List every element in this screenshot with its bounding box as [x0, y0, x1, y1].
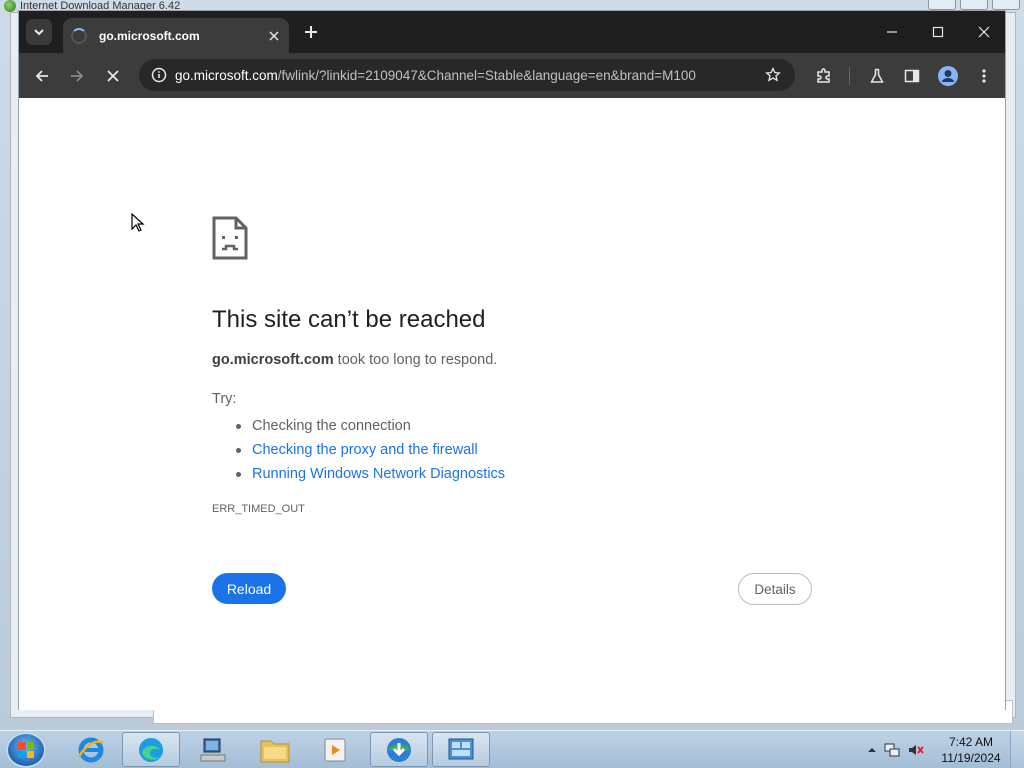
- suggestions-list: Checking the connection Checking the pro…: [236, 414, 505, 486]
- tab-title: go.microsoft.com: [99, 28, 200, 43]
- network-icon[interactable]: [884, 742, 900, 758]
- sad-page-icon: [212, 216, 248, 260]
- minimize-icon: [887, 31, 897, 33]
- tab-close-button[interactable]: [263, 25, 285, 47]
- minimize-button[interactable]: [879, 19, 905, 45]
- new-tab-button[interactable]: [299, 20, 323, 44]
- close-icon: [269, 30, 279, 41]
- side-panel-icon: [904, 69, 920, 83]
- media-player-icon: [324, 738, 346, 761]
- forward-button[interactable]: [62, 61, 92, 91]
- maximize-icon: [932, 26, 944, 38]
- show-hidden-icons-icon[interactable]: [868, 746, 876, 754]
- start-button[interactable]: [6, 732, 46, 768]
- clock-time: 7:42 AM: [948, 735, 994, 749]
- taskbar: 7:42 AM 11/19/2024: [0, 730, 1024, 768]
- page-content: This site can’t be reached go.microsoft.…: [19, 98, 1005, 710]
- plus-icon: [305, 26, 317, 38]
- clock-date: 11/19/2024: [941, 751, 1001, 765]
- chevron-down-icon: [34, 29, 44, 36]
- try-label: Try:: [212, 391, 237, 407]
- taskbar-control-panel[interactable]: [432, 732, 490, 767]
- volume-muted-icon[interactable]: [908, 742, 924, 758]
- error-title: This site can’t be reached: [212, 306, 486, 333]
- clock[interactable]: 7:42 AM 11/19/2024: [938, 734, 1004, 766]
- arrow-right-icon: [71, 70, 84, 82]
- system-tray: 7:42 AM 11/19/2024: [868, 731, 1024, 768]
- windows-logo-icon: [18, 742, 34, 758]
- background-minimize-button[interactable]: [928, 0, 956, 10]
- close-icon: [978, 26, 990, 38]
- error-code: ERR_TIMED_OUT: [212, 503, 305, 515]
- puzzle-icon: [817, 68, 830, 83]
- extensions-button[interactable]: [809, 61, 839, 91]
- bookmark-star-button[interactable]: [757, 59, 789, 91]
- error-host: go.microsoft.com: [212, 352, 334, 368]
- avatar-icon: [938, 66, 958, 86]
- site-info-icon[interactable]: [143, 59, 175, 91]
- taskbar-media-player[interactable]: [306, 732, 364, 767]
- taskbar-network-computer[interactable]: [184, 732, 242, 767]
- background-window-controls: [928, 0, 1020, 10]
- taskbar-internet-explorer[interactable]: [62, 732, 120, 767]
- star-icon: [765, 67, 781, 82]
- taskbar-file-explorer[interactable]: [246, 732, 304, 767]
- stop-loading-button[interactable]: [98, 61, 128, 91]
- arrow-left-icon: [35, 70, 48, 82]
- details-button[interactable]: Details: [738, 573, 812, 605]
- toolbar-separator: [849, 67, 850, 85]
- show-desktop-button[interactable]: [1010, 731, 1024, 768]
- tab-search-button[interactable]: [26, 19, 52, 45]
- taskbar-edge-browser[interactable]: [122, 732, 180, 767]
- network-computer-icon: [200, 738, 226, 761]
- browser-window: go.microsoft.com go.microsoft.com/fwlink…: [18, 10, 1006, 710]
- download-manager-icon: [387, 737, 411, 762]
- mouse-cursor-icon: [131, 213, 145, 232]
- close-icon: [107, 70, 119, 82]
- profile-button[interactable]: [933, 61, 963, 91]
- background-maximize-button[interactable]: [960, 0, 988, 10]
- labs-button[interactable]: [862, 61, 892, 91]
- error-description: go.microsoft.com took too long to respon…: [212, 352, 497, 368]
- idm-app-icon: [4, 0, 16, 12]
- browser-toolbar: go.microsoft.com/fwlink/?linkid=2109047&…: [19, 53, 1005, 98]
- more-vertical-icon: [982, 69, 986, 83]
- url-path: /fwlink/?linkid=2109047&Channel=Stable&l…: [277, 67, 696, 83]
- suggestion-proxy-firewall-link[interactable]: Checking the proxy and the firewall: [236, 438, 505, 462]
- tray-icons: [868, 742, 924, 758]
- menu-button[interactable]: [969, 61, 999, 91]
- edge-browser-icon: [139, 737, 163, 762]
- url-host: go.microsoft.com: [175, 67, 278, 83]
- close-window-button[interactable]: [971, 19, 997, 45]
- error-description-text: took too long to respond.: [333, 352, 498, 368]
- address-bar[interactable]: go.microsoft.com/fwlink/?linkid=2109047&…: [139, 59, 795, 91]
- flask-icon: [870, 68, 884, 83]
- background-close-button[interactable]: [992, 0, 1020, 10]
- loading-spinner-icon: [71, 27, 87, 44]
- control-panel-icon: [448, 738, 474, 759]
- tab-strip: go.microsoft.com: [19, 11, 1005, 53]
- url-text[interactable]: go.microsoft.com/fwlink/?linkid=2109047&…: [175, 68, 757, 83]
- internet-explorer-icon: [77, 737, 104, 762]
- suggestion-check-connection: Checking the connection: [236, 414, 505, 438]
- folder-icon: [260, 740, 290, 762]
- maximize-button[interactable]: [925, 19, 951, 45]
- tab-active[interactable]: go.microsoft.com: [63, 18, 289, 53]
- reload-button[interactable]: Reload: [212, 573, 286, 604]
- back-button[interactable]: [27, 61, 57, 91]
- suggestion-network-diagnostics-link[interactable]: Running Windows Network Diagnostics: [236, 462, 505, 486]
- side-panel-button[interactable]: [897, 61, 927, 91]
- taskbar-internet-download-manager[interactable]: [370, 732, 428, 767]
